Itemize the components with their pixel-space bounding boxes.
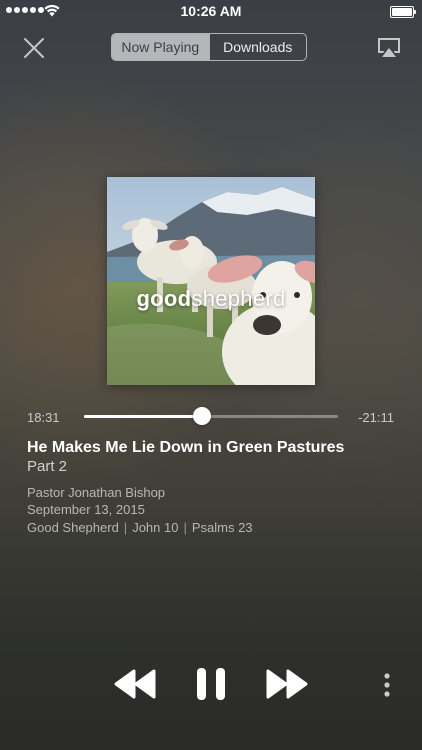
elapsed-time: 18:31: [27, 410, 60, 425]
close-icon[interactable]: [20, 34, 48, 62]
artwork-brand-light: shepherd: [191, 286, 286, 311]
scrubber-thumb[interactable]: [193, 407, 212, 425]
airplay-icon[interactable]: [374, 36, 404, 60]
scrubber-fill: [84, 415, 203, 418]
rewind-icon[interactable]: [112, 666, 160, 702]
more-vertical-icon[interactable]: [380, 672, 394, 698]
artwork-brand-bold: good: [136, 286, 192, 311]
episode-speaker[interactable]: Pastor Jonathan Bishop: [27, 485, 165, 500]
episode-tags: Good Shepherd | John 10 | Psalms 23: [27, 520, 253, 535]
series-link[interactable]: Good Shepherd: [27, 520, 119, 535]
scripture-link-john[interactable]: John 10: [132, 520, 178, 535]
remaining-time: -21:11: [358, 410, 394, 425]
playback-scrubber[interactable]: [84, 407, 338, 425]
episode-date: September 13, 2015: [27, 502, 145, 517]
pause-icon[interactable]: [194, 666, 228, 702]
scripture-link-psalms[interactable]: Psalms 23: [192, 520, 253, 535]
album-artwork: goodshepherd: [107, 177, 315, 385]
fast-forward-icon[interactable]: [262, 666, 310, 702]
tag-separator: |: [183, 520, 187, 535]
tab-now-playing[interactable]: Now Playing: [112, 34, 209, 60]
status-bar: 10:26 AM: [0, 0, 422, 22]
status-time: 10:26 AM: [180, 3, 242, 19]
battery-icon: [390, 6, 416, 18]
episode-title: He Makes Me Lie Down in Green Pastures: [27, 439, 345, 456]
tab-downloads[interactable]: Downloads: [208, 34, 307, 60]
episode-subtitle: Part 2: [27, 458, 68, 475]
view-switcher: Now Playing Downloads: [111, 33, 307, 61]
tag-separator: |: [123, 520, 128, 535]
artwork-brand: goodshepherd: [107, 286, 315, 312]
